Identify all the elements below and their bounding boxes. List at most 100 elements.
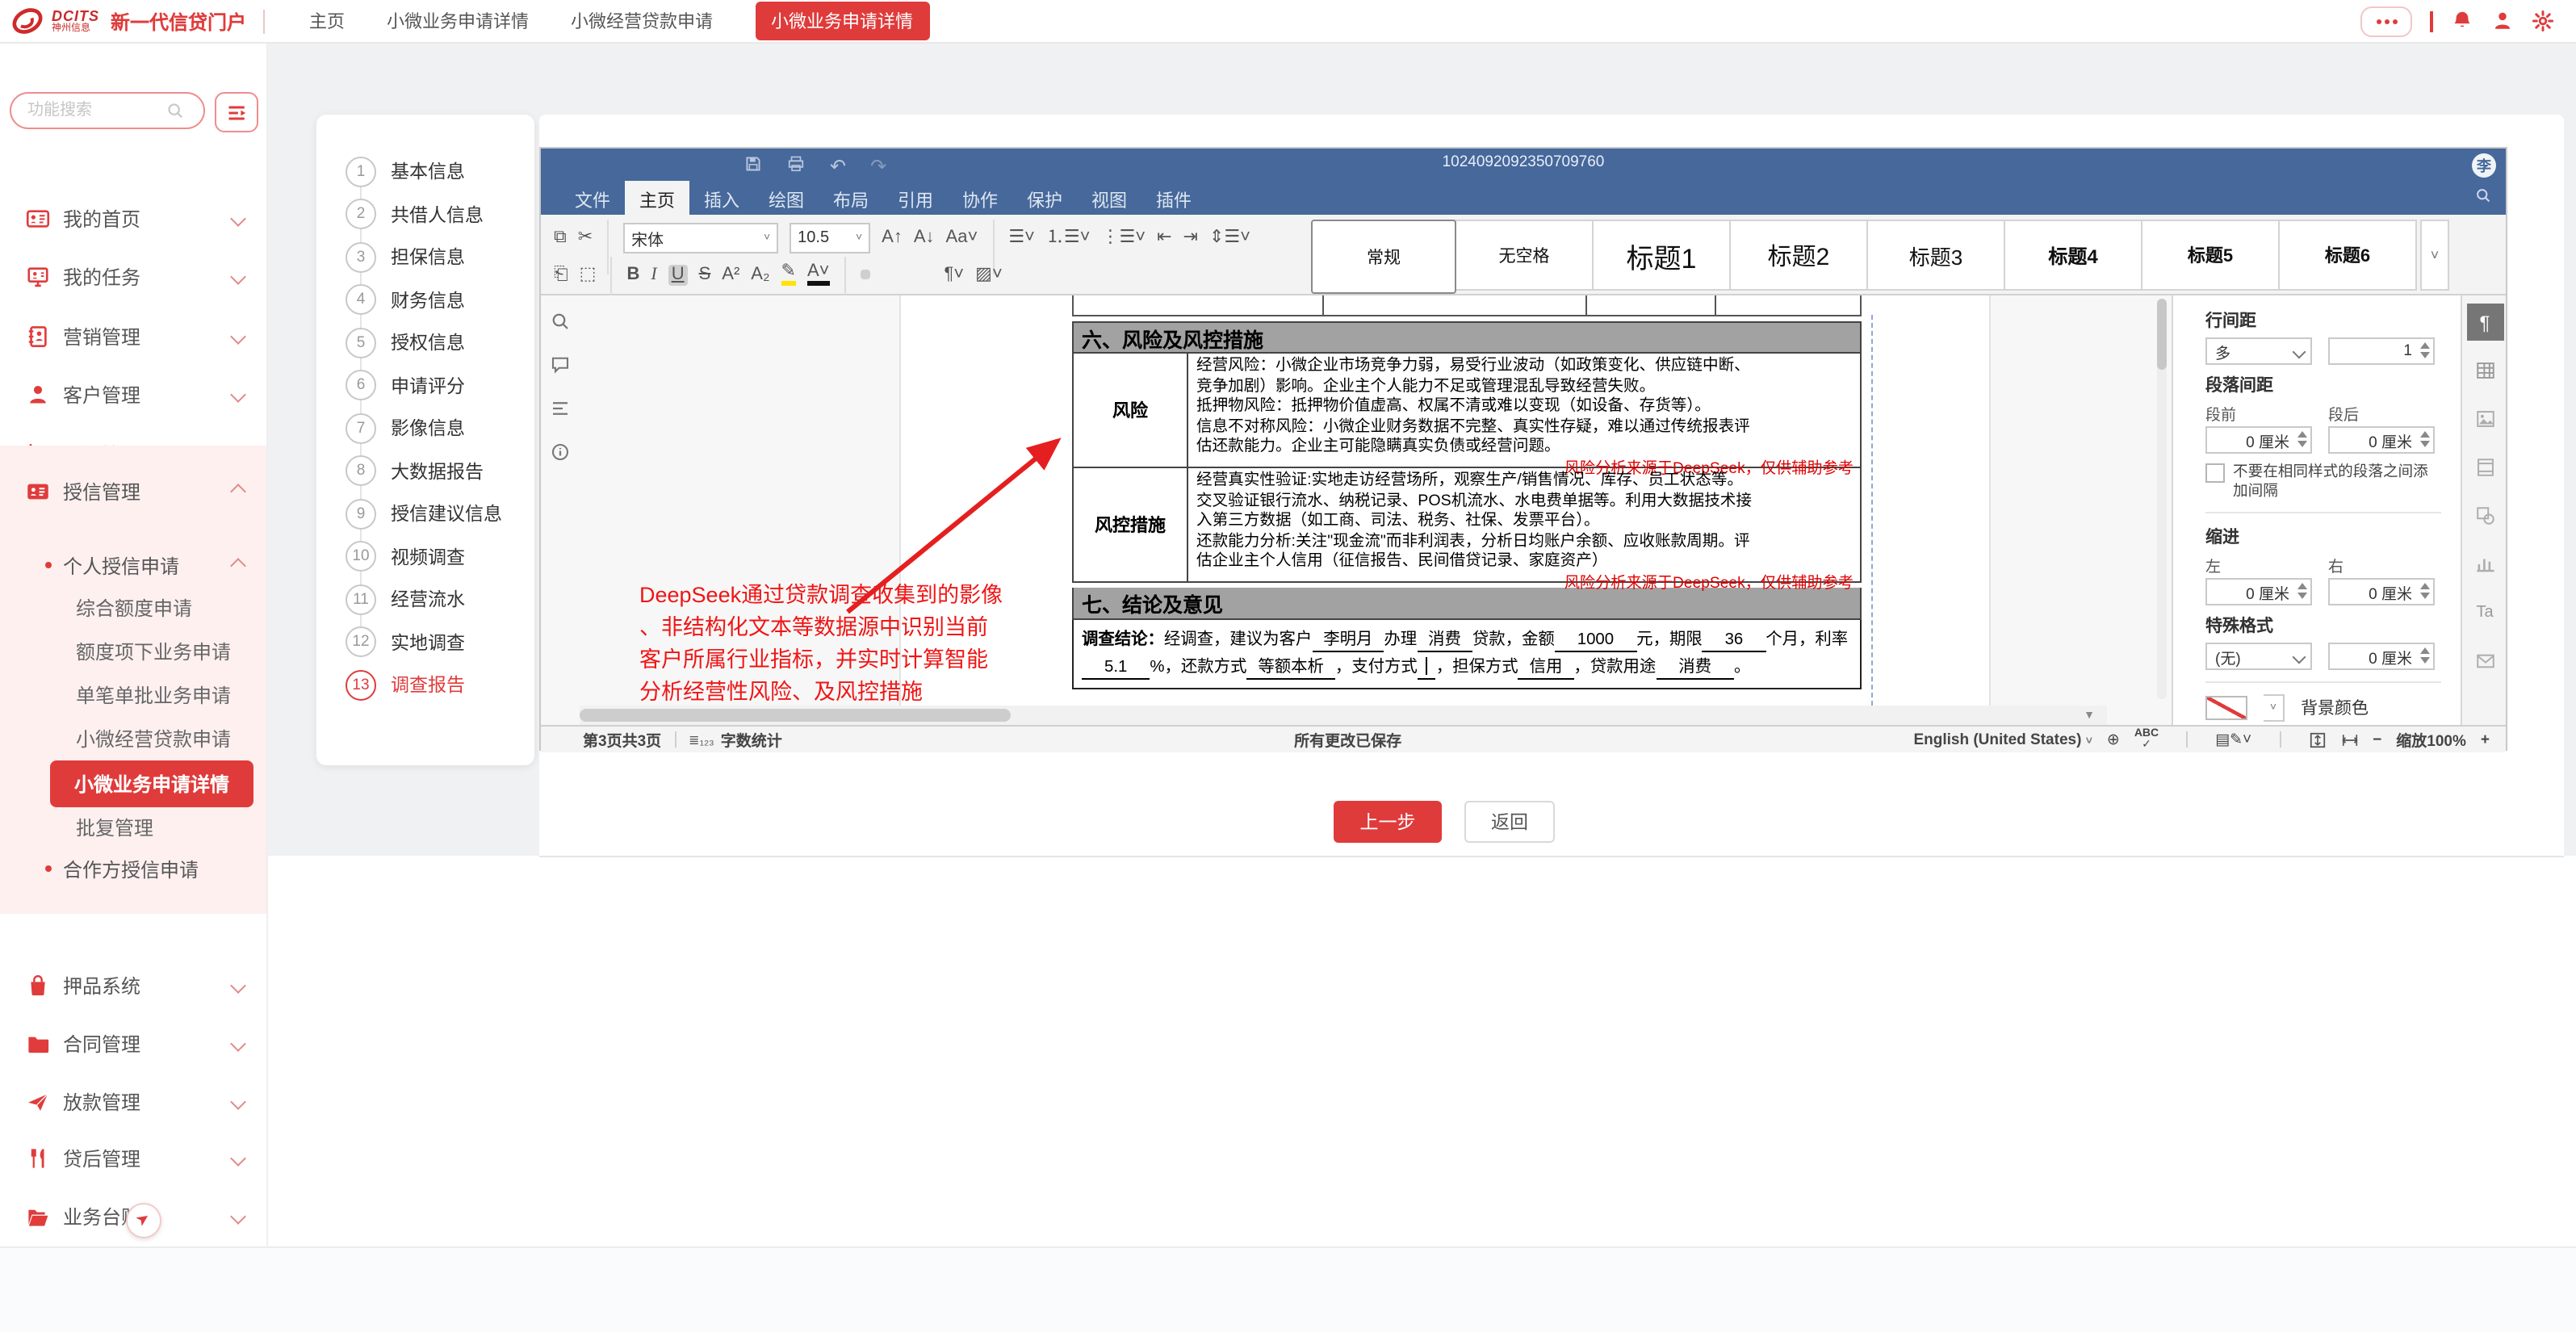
italic-icon[interactable]: I	[651, 266, 656, 283]
editor-menu-tab[interactable]: 保护	[1012, 181, 1077, 220]
background-color-swatch[interactable]	[2205, 696, 2247, 720]
header-footer-panel-icon[interactable]	[2466, 449, 2503, 486]
conclusion-paragraph[interactable]: 调查结论：经调查，建议为客户李明月办理消费贷款，金额1000元，期限36个月，利…	[1072, 620, 1862, 689]
shading-icon[interactable]: ▨˅	[975, 266, 1003, 283]
zoom-out-icon[interactable]: −	[2373, 731, 2381, 748]
table-panel-icon[interactable]	[2466, 352, 2503, 389]
search-input[interactable]	[24, 100, 166, 121]
sidebar-subitem[interactable]: 小微经营贷款申请	[76, 725, 231, 752]
sidebar-item-disbursement[interactable]: 放款管理	[0, 1077, 266, 1125]
subscript-icon[interactable]: A₂	[751, 266, 769, 283]
indent-right-stepper[interactable]: 0 厘米	[2328, 578, 2435, 605]
align-center-icon[interactable]	[881, 270, 890, 279]
scroll-down-icon[interactable]: ▼	[2078, 706, 2101, 725]
editor-menu-tab[interactable]: 主页	[625, 181, 689, 220]
return-button[interactable]: 返回	[1464, 801, 1555, 843]
sidebar-subitem-active[interactable]: 小微业务申请详情	[50, 760, 253, 807]
headings-nav-icon[interactable]	[551, 399, 570, 418]
line-spacing-stepper[interactable]: 1	[2328, 337, 2435, 365]
sidebar-item-credit[interactable]: 授信管理	[0, 467, 266, 515]
bell-icon[interactable]	[2451, 10, 2473, 32]
info-icon[interactable]	[551, 442, 570, 462]
editor-menu-tab[interactable]: 绘图	[754, 181, 819, 220]
sidebar-item-marketing[interactable]: 营销管理	[0, 312, 266, 360]
outdent-icon[interactable]: ⇤	[1157, 228, 1171, 246]
step-item[interactable]: 5 授权信息	[316, 321, 534, 364]
grow-font-icon[interactable]: A↑	[882, 228, 903, 246]
highlight-icon[interactable]: ✎	[781, 263, 796, 286]
step-item[interactable]: 13 调查报告	[316, 664, 534, 706]
top-nav-tab[interactable]: 小微业务申请详情	[755, 2, 929, 40]
font-size-select[interactable]: 10.5˅	[790, 222, 870, 253]
gear-icon[interactable]	[2532, 10, 2554, 32]
previous-step-button[interactable]: 上一步	[1334, 801, 1442, 843]
feedback-float-button[interactable]: ➤	[126, 1203, 161, 1238]
comment-icon[interactable]	[551, 355, 570, 375]
special-format-select[interactable]: (无)	[2205, 643, 2312, 670]
no-gap-checkbox[interactable]: 不要在相同样式的段落之间添加间隔	[2205, 462, 2441, 501]
underline-icon[interactable]: U	[668, 264, 688, 285]
textart-panel-icon[interactable]: Ta	[2466, 594, 2503, 631]
font-color-icon[interactable]: A˅	[807, 263, 830, 286]
style-preset[interactable]: 标题6	[2278, 220, 2417, 291]
spellcheck-icon[interactable]: ABC✓	[2134, 728, 2159, 751]
style-preset[interactable]: 常规	[1311, 220, 1456, 294]
top-nav-tab[interactable]: 小微业务申请详情	[387, 8, 529, 34]
shape-panel-icon[interactable]	[2466, 497, 2503, 534]
step-item[interactable]: 6 申请评分	[316, 364, 534, 407]
step-item[interactable]: 3 担保信息	[316, 236, 534, 279]
step-item[interactable]: 8 大数据报告	[316, 450, 534, 492]
sidebar-item-postloan[interactable]: 贷后管理	[0, 1133, 266, 1182]
align-left-icon[interactable]	[860, 270, 869, 279]
top-nav-tab[interactable]: 小微经营贷款申请	[571, 8, 713, 34]
avatar[interactable]: 李	[2472, 153, 2496, 178]
save-icon[interactable]	[744, 155, 762, 173]
user-icon[interactable]	[2491, 10, 2514, 32]
redo-icon[interactable]: ↷	[870, 155, 886, 178]
step-item[interactable]: 12 实地调查	[316, 621, 534, 664]
fit-width-icon[interactable]	[2340, 731, 2358, 748]
sidebar-item-contracts[interactable]: 合同管理	[0, 1019, 266, 1067]
background-color-dropdown-icon[interactable]: ˅	[2264, 694, 2285, 722]
step-item[interactable]: 7 影像信息	[316, 407, 534, 450]
image-panel-icon[interactable]	[2466, 400, 2503, 438]
font-name-select[interactable]: 宋体˅	[623, 222, 778, 253]
sidebar-item-customers[interactable]: 客户管理	[0, 370, 266, 418]
style-preset[interactable]: 标题1	[1592, 220, 1731, 291]
undo-icon[interactable]: ↶	[830, 155, 846, 178]
copy-icon[interactable]: ⧉	[554, 228, 567, 246]
zoom-in-icon[interactable]: +	[2481, 731, 2490, 748]
editor-menu-tab[interactable]: 插件	[1141, 181, 1206, 220]
change-case-icon[interactable]: Aa˅	[946, 228, 978, 246]
sidebar-item-collateral[interactable]: 押品系统	[0, 961, 266, 1009]
spellcheck-language-icon[interactable]: ⊕	[2107, 731, 2120, 748]
line-spacing-select[interactable]: 多	[2205, 337, 2312, 365]
mailmerge-panel-icon[interactable]	[2466, 643, 2503, 680]
numbered-list-icon[interactable]: ⒈☰˅	[1046, 228, 1091, 246]
editor-search-icon[interactable]	[2475, 187, 2491, 203]
cut-icon[interactable]: ✂	[578, 228, 593, 246]
justify-icon[interactable]	[923, 270, 932, 279]
sidebar-item-tasks[interactable]: 我的任务	[0, 252, 266, 300]
bullet-list-icon[interactable]: ☰˅	[1008, 228, 1035, 246]
editor-menu-tab[interactable]: 视图	[1077, 181, 1141, 220]
strikethrough-icon[interactable]: S	[699, 266, 711, 283]
shrink-font-icon[interactable]: A↓	[914, 228, 935, 246]
style-preset[interactable]: 标题3	[1866, 220, 2005, 291]
more-ellipsis-button[interactable]	[2360, 6, 2412, 36]
print-icon[interactable]	[786, 155, 806, 173]
step-item[interactable]: 4 财务信息	[316, 279, 534, 321]
sidebar-subitem[interactable]: 单笔单批业务申请	[76, 681, 231, 709]
editor-menu-tab[interactable]: 协作	[948, 181, 1012, 220]
indent-left-stepper[interactable]: 0 厘米	[2205, 578, 2312, 605]
style-preset[interactable]: 标题5	[2141, 220, 2280, 291]
sidebar-subitem[interactable]: 额度项下业务申请	[76, 638, 231, 665]
spacing-after-stepper[interactable]: 0 厘米	[2328, 426, 2435, 454]
editor-menu-tab[interactable]: 引用	[883, 181, 948, 220]
step-item[interactable]: 10 视频调查	[316, 535, 534, 578]
top-nav-tab[interactable]: 主页	[309, 8, 345, 34]
step-item[interactable]: 2 共借人信息	[316, 193, 534, 236]
step-item[interactable]: 1 基本信息	[316, 150, 534, 193]
select-icon[interactable]: ⬚	[580, 266, 597, 283]
sidebar-item-home[interactable]: 我的首页	[0, 194, 266, 242]
